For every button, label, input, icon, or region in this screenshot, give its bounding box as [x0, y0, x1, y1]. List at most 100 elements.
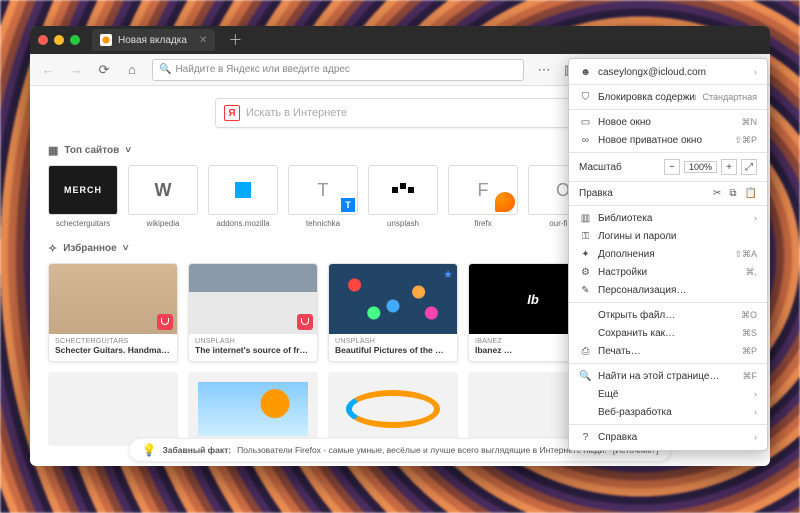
- top-site-tile[interactable]: addons.mozilla: [208, 165, 278, 228]
- menu-label: Веб-разработка: [598, 407, 748, 418]
- address-bar[interactable]: 🔍 Найдите в Яндекс или введите адрес: [152, 59, 524, 81]
- cut-button[interactable]: ✂: [713, 188, 721, 199]
- fact-text: Пользователи Firefox - самые умные, весё…: [237, 445, 607, 455]
- close-window-button[interactable]: [38, 35, 48, 45]
- menu-logins[interactable]: ⚿Логины и пароли: [569, 227, 767, 245]
- menu-account[interactable]: ☻caseylongx@icloud.com›: [569, 63, 767, 81]
- chevron-right-icon: ›: [754, 432, 757, 442]
- menu-more[interactable]: Ещё ›: [569, 385, 767, 403]
- browser-tab[interactable]: Новая вкладка ✕: [92, 29, 215, 51]
- card-title: Schecter Guitars. Handmade, …: [55, 345, 171, 355]
- menu-label: Печать…: [598, 346, 736, 357]
- menu-help[interactable]: ?Справка›: [569, 428, 767, 446]
- card-source: SCHECTERGUITARS: [55, 338, 171, 345]
- pocket-badge-icon: [297, 314, 313, 330]
- menu-label: Ещё: [598, 389, 748, 400]
- menu-content-blocking[interactable]: ⛉ Блокировка содержимого Стандартная: [569, 88, 767, 106]
- tile-label: addons.mozilla: [208, 219, 278, 228]
- tile-thumb: MERCH: [48, 165, 118, 215]
- tab-title: Новая вкладка: [118, 35, 187, 46]
- fullscreen-button[interactable]: ⤢: [741, 159, 757, 175]
- yandex-logo-icon: Я: [224, 105, 240, 121]
- search-icon: 🔍: [159, 64, 171, 75]
- search-icon: 🔍: [579, 371, 592, 382]
- highlight-card[interactable]: UNSPLASHThe internet's source of freely …: [188, 263, 318, 362]
- pocket-badge-icon: [157, 314, 173, 330]
- tile-thumb: TT: [288, 165, 358, 215]
- menu-label: Новое приватное окно: [598, 135, 728, 146]
- menu-shortcut: ⌘S: [742, 328, 757, 339]
- home-button[interactable]: ⌂: [120, 58, 144, 82]
- dropbox-icon: [235, 182, 251, 198]
- content-search[interactable]: Я Искать в Интернете: [215, 98, 585, 128]
- window-controls: [38, 35, 80, 45]
- zoom-window-button[interactable]: [70, 35, 80, 45]
- card-image: ★: [329, 264, 457, 334]
- card-source: UNSPLASH: [195, 338, 311, 345]
- close-tab-button[interactable]: ✕: [199, 35, 207, 46]
- firefox-icon: [495, 192, 515, 212]
- menu-preferences[interactable]: ⚙Настройки⌘,: [569, 263, 767, 281]
- top-site-tile[interactable]: TT tehnichka: [288, 165, 358, 228]
- highlight-card-placeholder[interactable]: [48, 372, 178, 446]
- menu-open-file[interactable]: Открыть файл…⌘O: [569, 306, 767, 324]
- toolbar-icon[interactable]: ⋯: [532, 58, 556, 82]
- zoom-out-button[interactable]: −: [664, 159, 680, 175]
- highlight-card[interactable]: ★ UNSPLASHBeautiful Pictures of the Week…: [328, 263, 458, 362]
- top-site-tile[interactable]: MERCH schecterguitars: [48, 165, 118, 228]
- forward-button[interactable]: →: [64, 58, 88, 82]
- chevron-right-icon: ›: [754, 213, 757, 223]
- printer-icon: ⎙: [579, 346, 592, 357]
- new-tab-button[interactable]: ＋: [225, 30, 245, 50]
- top-site-tile[interactable]: W wikipedia: [128, 165, 198, 228]
- tab-favicon: [100, 34, 112, 46]
- chevron-down-icon: ˅: [123, 243, 129, 254]
- reload-button[interactable]: ⟳: [92, 58, 116, 82]
- menu-customize[interactable]: ✎ Персонализация…: [569, 281, 767, 299]
- chevron-right-icon: ›: [754, 407, 757, 417]
- card-source: UNSPLASH: [335, 338, 451, 345]
- menu-shortcut: ⌘P: [742, 346, 757, 357]
- tile-label: firefx: [448, 219, 518, 228]
- menu-shortcut: ⇧⌘P: [734, 135, 757, 146]
- back-button[interactable]: ←: [36, 58, 60, 82]
- menu-label: Персонализация…: [598, 285, 757, 296]
- menu-new-private[interactable]: ∞ Новое приватное окно ⇧⌘P: [569, 131, 767, 149]
- window-icon: ▭: [579, 117, 592, 128]
- menu-save-as[interactable]: Сохранить как…⌘S: [569, 324, 767, 342]
- minimize-window-button[interactable]: [54, 35, 64, 45]
- grid-icon: ▦: [48, 144, 58, 157]
- menu-new-window[interactable]: ▭Новое окно⌘N: [569, 113, 767, 131]
- account-icon: ☻: [579, 67, 592, 78]
- zoom-in-button[interactable]: +: [721, 159, 737, 175]
- menu-shortcut: ⌘,: [745, 267, 757, 278]
- highlight-card-placeholder[interactable]: [188, 372, 318, 446]
- paint-icon: ✎: [579, 285, 592, 296]
- highlight-card[interactable]: SCHECTERGUITARSSchecter Guitars. Handmad…: [48, 263, 178, 362]
- chevron-right-icon: ›: [754, 67, 757, 77]
- copy-button[interactable]: ⧉: [729, 188, 736, 199]
- top-site-tile[interactable]: unsplash: [368, 165, 438, 228]
- tile-thumb: [368, 165, 438, 215]
- menu-webdev[interactable]: Веб-разработка ›: [569, 403, 767, 421]
- menu-print[interactable]: ⎙ Печать… ⌘P: [569, 342, 767, 360]
- key-icon: ⚿: [579, 231, 592, 242]
- section-title: Топ сайтов: [64, 145, 119, 156]
- menu-label: Блокировка содержимого: [598, 92, 696, 103]
- fact-prefix: Забавный факт:: [162, 445, 231, 455]
- menu-library[interactable]: ▥Библиотека›: [569, 209, 767, 227]
- menu-addons[interactable]: ✦Дополнения⇧⌘A: [569, 245, 767, 263]
- app-menu: ☻caseylongx@icloud.com› ⛉ Блокировка соде…: [568, 58, 768, 451]
- paste-button[interactable]: 📋: [745, 188, 757, 199]
- card-image: [189, 264, 317, 334]
- chevron-right-icon: ›: [754, 389, 757, 399]
- gear-icon: ⚙: [579, 267, 592, 278]
- menu-label: Справка: [598, 432, 748, 443]
- titlebar: Новая вкладка ✕ ＋: [30, 26, 770, 54]
- shield-icon: ⛉: [579, 92, 592, 103]
- top-site-tile[interactable]: F firefx: [448, 165, 518, 228]
- menu-value: Стандартная: [702, 92, 757, 102]
- menu-find[interactable]: 🔍Найти на этой странице…⌘F: [569, 367, 767, 385]
- mask-icon: ∞: [579, 135, 592, 146]
- highlight-card-placeholder[interactable]: [328, 372, 458, 446]
